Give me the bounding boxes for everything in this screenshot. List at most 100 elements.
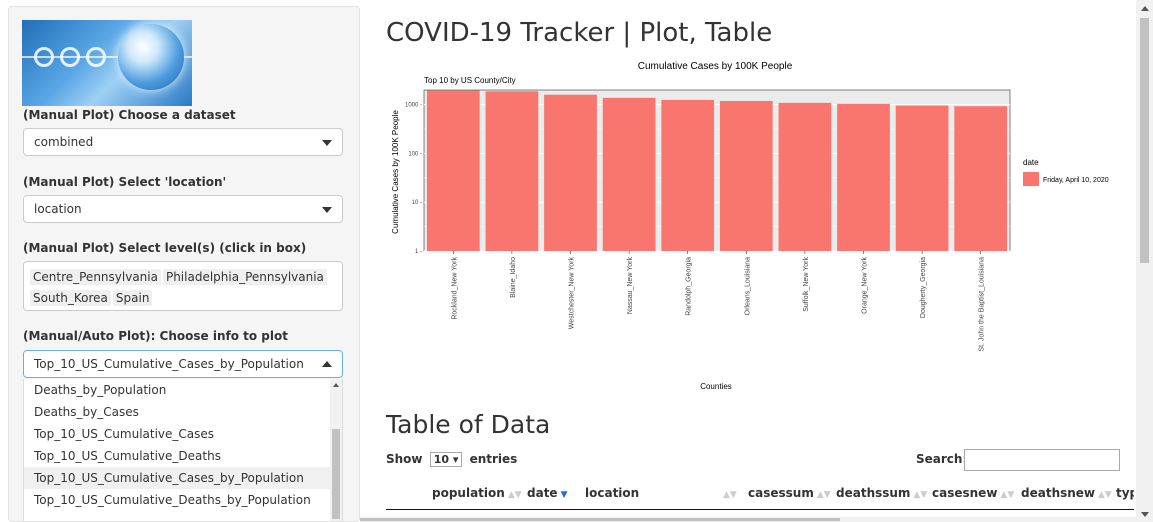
dropdown-option[interactable]: Top_10_US_Cumulative_Deaths_by_Populatio… — [24, 489, 330, 511]
scroll-up-icon[interactable] — [333, 383, 339, 387]
legend-title: date — [1023, 158, 1039, 167]
bar — [485, 91, 539, 251]
logo-ring-icon — [34, 47, 54, 67]
dropdown-option[interactable]: Top_10_US_Cumulative_Deaths — [24, 445, 330, 467]
dataset-label: (Manual Plot) Choose a dataset — [23, 108, 236, 122]
column-label: typ — [1116, 486, 1134, 500]
level-tag[interactable]: Centre_Pennsylvania — [30, 269, 161, 285]
bar — [778, 102, 832, 251]
x-tick-label: Randolph_Georgia — [686, 257, 693, 316]
sort-icon: ▲▼ — [913, 490, 928, 500]
dropdown-scrollbar[interactable] — [330, 379, 342, 521]
info-dropdown-menu: Deaths_by_Population Deaths_by_Cases Top… — [23, 379, 343, 521]
bar — [954, 106, 1008, 251]
globe-logo-image — [22, 20, 192, 106]
dropdown-option-selected[interactable]: Top_10_US_Cumulative_Cases_by_Population — [24, 467, 330, 489]
logo-ring-icon — [60, 47, 80, 67]
page-horizontal-scrollbar[interactable] — [360, 517, 1136, 522]
column-label: casesnew — [932, 486, 998, 500]
column-label: date — [527, 486, 558, 500]
sidebar-panel: (Manual Plot) Choose a dataset combined … — [8, 6, 360, 522]
show-label: Show — [386, 452, 423, 466]
dropdown-option[interactable]: Deaths_by_Cases — [24, 401, 330, 423]
chart-subtitle: Top 10 by US County/City — [424, 76, 516, 85]
sort-desc-icon: ▼ — [560, 490, 568, 500]
location-select[interactable]: location — [23, 195, 343, 223]
sort-icon: ▲▼ — [1098, 490, 1112, 500]
column-label: casessum — [748, 486, 814, 500]
x-tick-label: Rockland_New York — [451, 257, 458, 320]
location-select-value: location — [34, 202, 82, 216]
column-label: population — [432, 486, 505, 500]
entries-select[interactable]: 10 ▾ — [429, 452, 463, 467]
entries-label: entries — [469, 452, 518, 466]
level-tag[interactable]: Spain — [112, 290, 153, 306]
x-axis-label: Counties — [700, 382, 732, 391]
levels-label: (Manual Plot) Select level(s) (click in … — [23, 241, 307, 255]
y-tick-label: 100 - — [408, 151, 422, 157]
search-label: Search: — [916, 452, 968, 466]
page-title: COVID-19 Tracker | Plot, Table — [386, 18, 773, 48]
column-header-type[interactable]: typ — [1116, 486, 1134, 500]
levels-multiselect[interactable]: Centre_Pennsylvania Philadelphia_Pennsylv… — [23, 261, 343, 311]
sort-icon: ▲▼ — [816, 490, 831, 500]
horizontal-scroll-thumb[interactable] — [360, 518, 840, 521]
table-heading: Table of Data — [386, 410, 551, 439]
entries-value: 10 — [433, 453, 450, 466]
y-tick-label: 1000 - — [405, 103, 422, 109]
legend-key — [1023, 172, 1039, 186]
scroll-up-icon[interactable] — [1141, 6, 1149, 11]
bar — [426, 90, 480, 251]
x-tick-label: Orleans_Louisiana — [744, 257, 751, 315]
page-scroll-thumb[interactable] — [1140, 18, 1149, 263]
info-select-value: Top_10_US_Cumulative_Cases_by_Population — [34, 357, 304, 371]
location-sort[interactable]: ▲▼ — [720, 486, 737, 500]
bar — [661, 99, 715, 251]
x-tick-label: Dougherty_Georgia — [920, 257, 927, 318]
bar-chart: Cumulative Cases by 100K People Top 10 b… — [391, 61, 1109, 391]
search-control: Search: — [916, 449, 1120, 471]
level-tag[interactable]: Philadelphia_Pennsylvania — [162, 269, 327, 285]
entries-length-control: Show 10 ▾ entries — [386, 452, 517, 467]
x-tick-label: Blaine_Idaho — [510, 257, 517, 298]
dropdown-option[interactable]: Top_10_US_Cumulative_Cases — [24, 423, 330, 445]
sort-icon: ▲▼ — [723, 490, 737, 500]
scroll-down-icon[interactable] — [1141, 512, 1149, 517]
info-select[interactable]: Top_10_US_Cumulative_Cases_by_Population — [23, 350, 343, 378]
info-label: (Manual/Auto Plot): Choose info to plot — [23, 329, 288, 343]
bar — [602, 97, 656, 251]
column-header-casessum[interactable]: casessum ▲▼ — [748, 486, 831, 500]
column-header-location[interactable]: location — [585, 486, 639, 500]
level-tag[interactable]: South_Korea — [30, 290, 111, 306]
dropdown-option[interactable]: Deaths_by_Population — [24, 379, 330, 401]
column-label: deathssum — [836, 486, 911, 500]
column-label: location — [585, 486, 640, 500]
bar — [895, 105, 949, 251]
x-tick-label: Orange_New York — [862, 257, 869, 314]
legend-label: Friday, April 10, 2020 — [1043, 177, 1109, 184]
bar — [544, 94, 597, 251]
x-tick-label: Suffolk_New York — [803, 257, 810, 312]
sort-icon: ▲▼ — [1000, 490, 1015, 500]
dropdown-scroll-thumb[interactable] — [332, 429, 340, 519]
chevron-down-icon — [322, 207, 332, 213]
dataset-select[interactable]: combined — [23, 128, 343, 156]
logo-ring-icon — [86, 47, 106, 67]
y-tick-label: 1 - — [415, 249, 422, 255]
page-vertical-scrollbar[interactable] — [1136, 0, 1153, 522]
globe-icon — [118, 24, 184, 90]
bar — [719, 100, 773, 251]
location-label: (Manual Plot) Select 'location' — [23, 175, 227, 189]
column-header-date[interactable]: date ▼ — [527, 486, 567, 500]
x-tick-label: St. John the Baptist_Louisiana — [979, 257, 986, 352]
column-header-casesnew[interactable]: casesnew ▲▼ — [932, 486, 1014, 500]
column-header-population[interactable]: population ▲▼ — [432, 486, 522, 500]
dataset-select-value: combined — [34, 135, 94, 149]
column-label: deathsnew — [1021, 486, 1096, 500]
y-axis-label: Cumulative Cases by 100K People — [391, 110, 400, 234]
column-header-deathsnew[interactable]: deathsnew ▲▼ — [1021, 486, 1112, 500]
column-header-deathssum[interactable]: deathssum ▲▼ — [836, 486, 927, 500]
y-tick-label: 10 - — [412, 200, 422, 206]
chevron-down-icon — [322, 140, 332, 146]
search-input[interactable] — [964, 449, 1120, 471]
